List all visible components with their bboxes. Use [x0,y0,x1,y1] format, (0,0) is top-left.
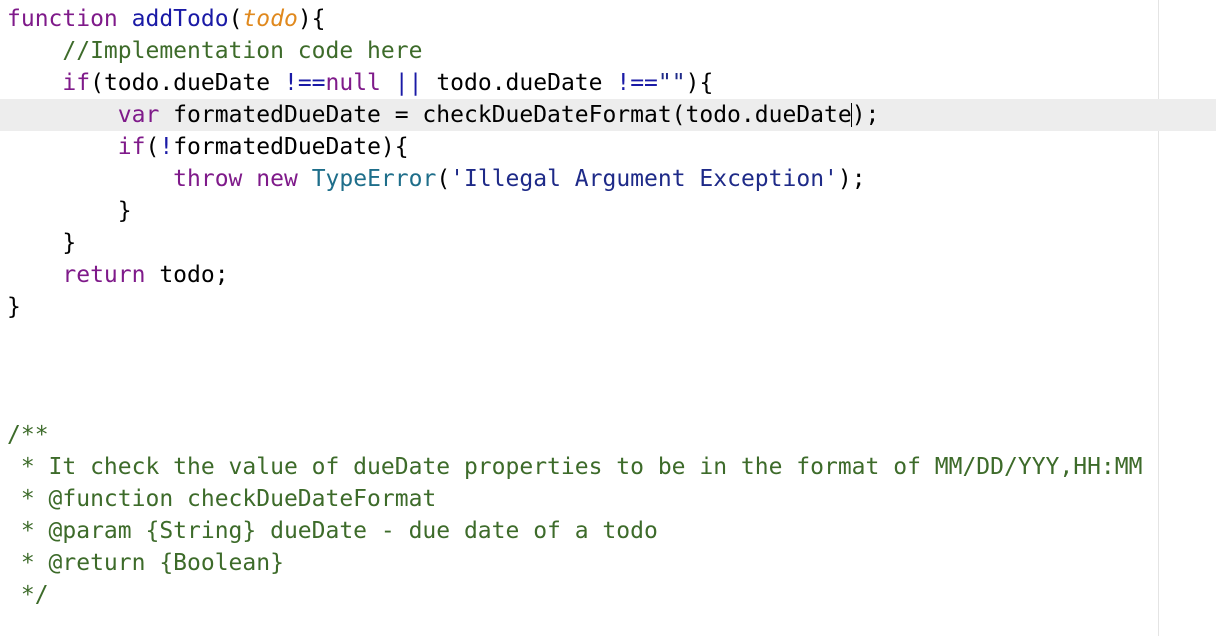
code-line[interactable]: */ [7,579,1216,611]
code-text: (todo.dueDate [90,70,284,96]
keyword-token: throw [173,166,243,192]
function-name-token: addTodo [131,6,229,32]
code-line[interactable]: } [7,227,1216,259]
comment-token: */ [7,582,49,608]
code-line[interactable]: function addTodo(todo){ [7,3,1216,35]
code-line[interactable]: * @function checkDueDateFormat [7,483,1216,515]
operator-token: !== [283,70,326,96]
operator-token: ! [159,134,174,160]
keyword-token: if [62,70,91,96]
code-line[interactable]: * @return {Boolean} [7,547,1216,579]
code-line[interactable]: /** [7,419,1216,451]
keyword-token: if [117,134,146,160]
comment-token: * @return {Boolean} [7,550,284,576]
code-line[interactable] [7,355,1216,387]
operator-token: !== [616,70,658,96]
keyword-token: return [62,262,146,288]
code-line[interactable]: if(todo.dueDate !==null || todo.dueDate … [7,67,1216,99]
code-text: } [7,198,132,224]
code-line[interactable] [7,387,1216,419]
string-token: 'Illegal Argument Exception' [450,166,838,192]
code-text: ){ [685,70,714,96]
keyword-token: new [256,166,298,192]
code-editor[interactable]: function addTodo(todo){ //Implementation… [0,0,1216,636]
operator-token: || [394,70,423,96]
code-text: todo.dueDate [422,70,617,96]
code-text: } [7,294,21,320]
code-text: ( [436,166,451,192]
comment-token: * It check the value of dueDate properti… [7,454,1143,480]
code-line[interactable]: //Implementation code here [7,35,1216,67]
code-text: ( [145,134,160,160]
code-line[interactable]: throw new TypeError('Illegal Argument Ex… [7,163,1216,195]
code-line[interactable]: return todo; [7,259,1216,291]
code-text: ( [228,6,243,32]
code-text: ); [851,102,880,128]
string-token: "" [657,70,686,96]
code-line[interactable]: } [7,195,1216,227]
code-text: formatedDueDate){ [173,134,409,160]
code-line[interactable]: if(!formatedDueDate){ [7,131,1216,163]
code-line[interactable]: * It check the value of dueDate properti… [7,451,1216,483]
keyword-token: function [7,6,118,32]
parameter-token: todo [242,6,298,32]
code-text: formatedDueDate = checkDueDateFormat(tod… [159,102,852,128]
comment-token: //Implementation code here [62,38,423,64]
code-line[interactable] [7,323,1216,355]
comment-token: * @function checkDueDateFormat [7,486,437,512]
code-text: todo; [145,262,229,288]
keyword-token: var [117,102,160,128]
keyword-token: null [325,70,381,96]
code-area[interactable]: function addTodo(todo){ //Implementation… [0,3,1216,611]
comment-token: * @param {String} dueDate - due date of … [7,518,658,544]
comment-token: /** [7,422,49,448]
code-line[interactable]: } [7,291,1216,323]
code-text: ); [837,166,866,192]
code-text: } [7,230,77,256]
code-text: ){ [297,6,326,32]
code-line[interactable]: * @param {String} dueDate - due date of … [7,515,1216,547]
class-name-token: TypeError [311,166,437,192]
code-line-current[interactable]: var formatedDueDate = checkDueDateFormat… [0,99,1216,131]
